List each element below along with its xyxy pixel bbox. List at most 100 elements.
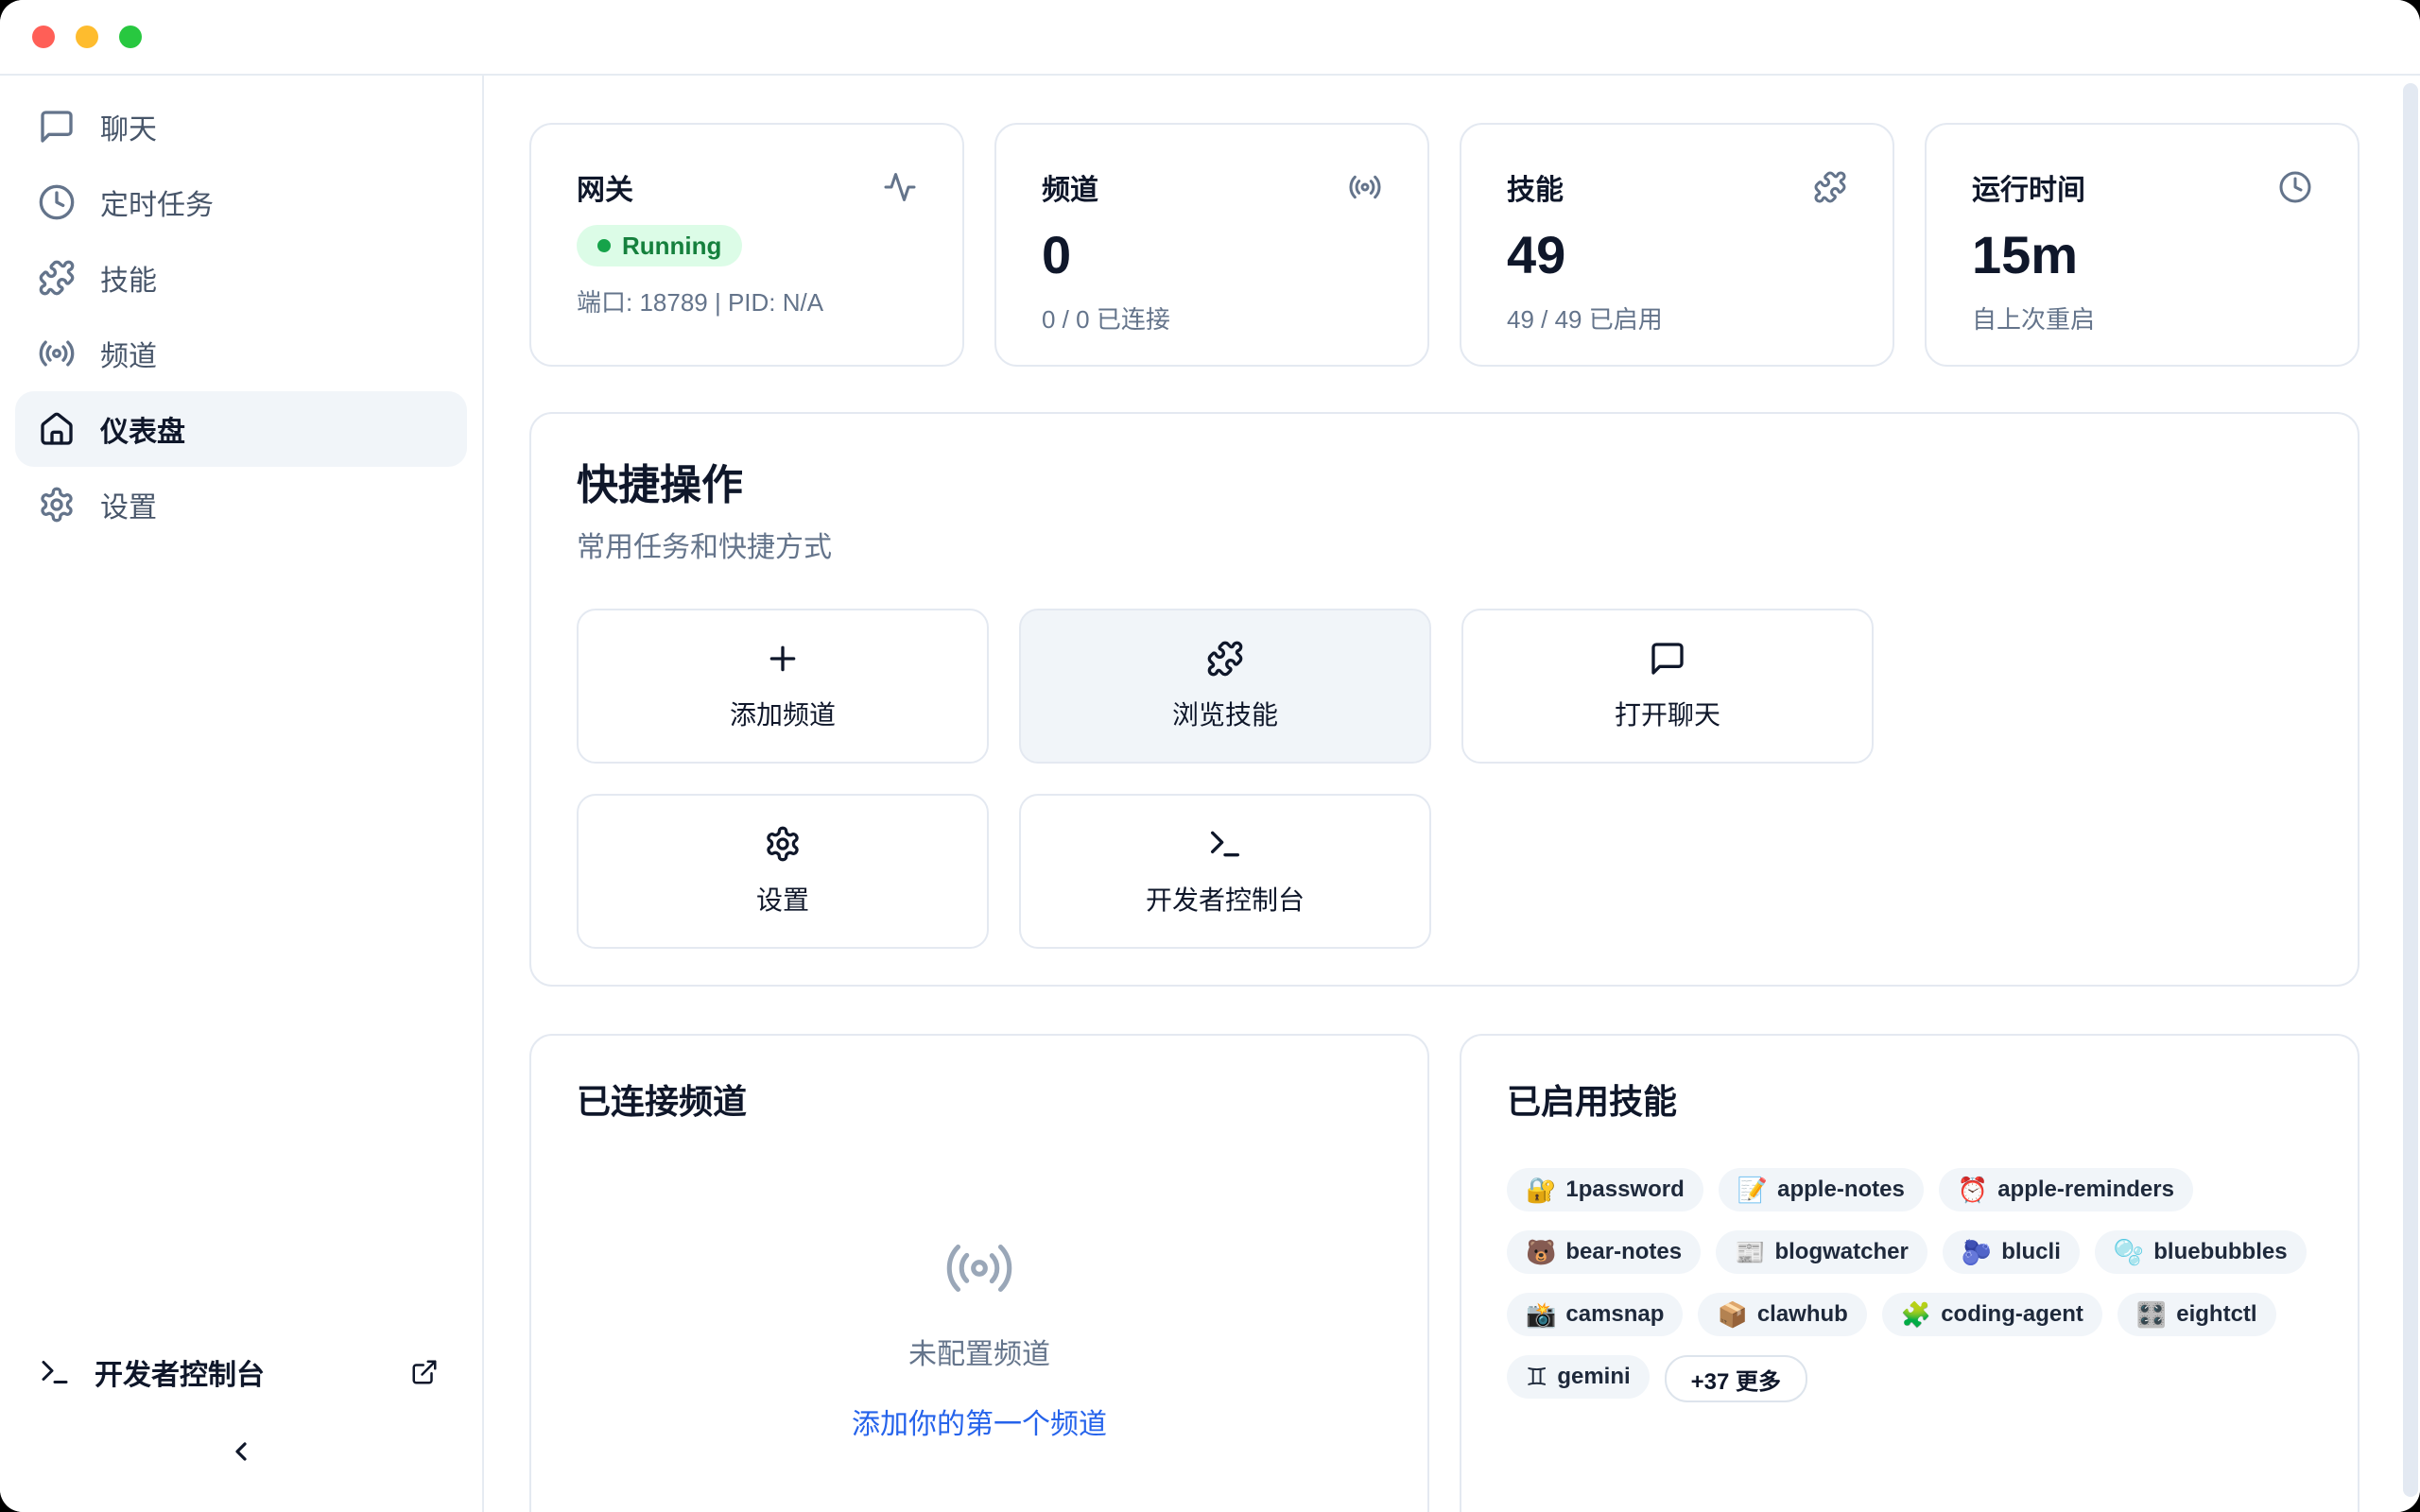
chevron-left-icon [226, 1436, 256, 1474]
browse-skills-button[interactable]: 浏览技能 [1019, 609, 1431, 764]
quick-actions-section: 快捷操作 常用任务和快捷方式 添加频道 浏览技能 打开聊天 [529, 412, 2360, 987]
show-more-skills-button[interactable]: +37 更多 [1665, 1355, 1807, 1402]
skill-emoji: 📸 [1526, 1302, 1556, 1327]
skill-emoji: 📝 [1737, 1177, 1768, 1202]
skill-chip: 🔐1password [1507, 1168, 1703, 1211]
stat-subtext: 0 / 0 已连接 [1042, 301, 1382, 335]
sidebar-item-label: 频道 [100, 333, 157, 374]
channels-empty-state: 未配置频道 添加你的第一个频道 [531, 1232, 1427, 1442]
terminal-icon [1206, 825, 1244, 863]
skill-emoji: 🧩 [1901, 1302, 1931, 1327]
skill-chip: 🫐blucli [1943, 1230, 2080, 1274]
skill-chip: 🫧bluebubbles [2095, 1230, 2307, 1274]
skill-chip: 🧩coding-agent [1882, 1293, 2102, 1336]
radio-icon [1348, 170, 1382, 204]
external-link-icon[interactable] [410, 1358, 439, 1386]
sidebar-item-settings[interactable]: 设置 [15, 467, 467, 542]
skill-emoji: 🫧 [2114, 1240, 2144, 1264]
stat-value: 49 [1507, 227, 1847, 284]
skill-chips: 🔐1password 📝apple-notes ⏰apple-reminders… [1507, 1168, 2312, 1402]
add-channel-button[interactable]: 添加频道 [577, 609, 989, 764]
sidebar-item-skills[interactable]: 技能 [15, 240, 467, 316]
stat-title: 技能 [1507, 166, 1564, 208]
stat-subtext: 自上次重启 [1972, 301, 2312, 335]
skill-emoji: 🫐 [1962, 1240, 1992, 1264]
developer-console-label: 开发者控制台 [95, 1351, 265, 1393]
gear-icon [764, 825, 802, 863]
sidebar: 聊天 定时任务 技能 频道 仪表盘 设置 [0, 76, 484, 1512]
clock-icon [2278, 170, 2312, 204]
action-label: 打开聊天 [1615, 695, 1720, 732]
stat-card-gateway: 网关 Running 端口: 18789 | PID: N/A [529, 123, 964, 367]
action-label: 添加频道 [730, 695, 836, 732]
stat-card-uptime: 运行时间 15m 自上次重启 [1925, 123, 2360, 367]
status-dot [597, 239, 611, 252]
skill-emoji: 📦 [1717, 1302, 1747, 1327]
settings-button[interactable]: 设置 [577, 794, 989, 949]
main-content: 网关 Running 端口: 18789 | PID: N/A 频道 0 0 /… [484, 76, 2420, 1512]
terminal-icon [38, 1355, 72, 1389]
stat-subtext: 49 / 49 已启用 [1507, 301, 1847, 335]
radio-icon [38, 335, 76, 372]
sidebar-item-dashboard[interactable]: 仪表盘 [15, 391, 467, 467]
empty-state-text: 未配置频道 [908, 1331, 1050, 1372]
sidebar-footer: 开发者控制台 [0, 1334, 482, 1512]
home-icon [38, 410, 76, 448]
skill-emoji: 🔐 [1526, 1177, 1556, 1202]
stat-value: 0 [1042, 227, 1382, 284]
stat-title: 网关 [577, 166, 633, 208]
sidebar-item-label: 技能 [100, 257, 157, 299]
zoom-button[interactable] [119, 26, 142, 48]
skill-emoji: ⏰ [1958, 1177, 1988, 1202]
section-subtitle: 常用任务和快捷方式 [577, 524, 2312, 565]
radio-icon [943, 1232, 1015, 1304]
sidebar-item-label: 仪表盘 [100, 408, 185, 450]
skill-emoji: 🎛️ [2136, 1302, 2167, 1327]
sidebar-item-channels[interactable]: 频道 [15, 316, 467, 391]
puzzle-icon [38, 259, 76, 297]
enabled-skills-section: 已启用技能 🔐1password 📝apple-notes ⏰apple-rem… [1460, 1034, 2360, 1512]
action-label: 设置 [756, 880, 809, 918]
stat-value: 15m [1972, 227, 2312, 284]
skill-chip: 🐻bear-notes [1507, 1230, 1701, 1274]
status-badge: Running [577, 225, 742, 266]
developer-console-button[interactable]: 开发者控制台 [1019, 794, 1431, 949]
section-title: 已连接频道 [577, 1081, 1382, 1123]
open-chat-button[interactable]: 打开聊天 [1461, 609, 1874, 764]
sidebar-item-label: 设置 [100, 484, 157, 525]
puzzle-icon [1206, 640, 1244, 678]
chat-icon [38, 108, 76, 146]
add-first-channel-link[interactable]: 添加你的第一个频道 [852, 1400, 1107, 1442]
stat-title: 运行时间 [1972, 166, 2085, 208]
action-label: 开发者控制台 [1146, 880, 1305, 918]
sidebar-item-scheduled-tasks[interactable]: 定时任务 [15, 164, 467, 240]
close-button[interactable] [32, 26, 55, 48]
quick-actions-grid: 添加频道 浏览技能 打开聊天 设置 [577, 609, 2312, 949]
chat-icon [1649, 640, 1686, 678]
sidebar-item-chat[interactable]: 聊天 [15, 89, 467, 164]
sidebar-item-label: 定时任务 [100, 181, 214, 223]
section-title: 快捷操作 [577, 459, 2312, 512]
developer-console-link[interactable]: 开发者控制台 [0, 1334, 482, 1410]
skill-chip: 📰blogwatcher [1716, 1230, 1927, 1274]
activity-icon [883, 170, 917, 204]
puzzle-icon [1813, 170, 1847, 204]
skill-chip: 📦clawhub [1698, 1293, 1866, 1336]
action-label: 浏览技能 [1172, 695, 1278, 732]
connected-channels-section: 已连接频道 未配置频道 添加你的第一个频道 [529, 1034, 1429, 1512]
skill-chip: ⏰apple-reminders [1939, 1168, 2193, 1211]
section-title: 已启用技能 [1507, 1081, 2312, 1123]
vertical-scrollbar[interactable] [2403, 83, 2418, 1497]
stat-card-skills: 技能 49 49 / 49 已启用 [1460, 123, 1894, 367]
stat-title: 频道 [1042, 166, 1098, 208]
skill-emoji: 📰 [1735, 1240, 1765, 1264]
stat-subtext: 端口: 18789 | PID: N/A [577, 284, 917, 318]
skill-chip: 🎛️eightctl [2118, 1293, 2276, 1336]
title-bar [0, 0, 2420, 76]
gear-icon [38, 486, 76, 524]
sidebar-item-label: 聊天 [100, 106, 157, 147]
skill-chip: 📸camsnap [1507, 1293, 1683, 1336]
minimize-button[interactable] [76, 26, 98, 48]
stat-card-channels: 频道 0 0 / 0 已连接 [994, 123, 1429, 367]
sidebar-collapse-button[interactable] [0, 1429, 482, 1482]
